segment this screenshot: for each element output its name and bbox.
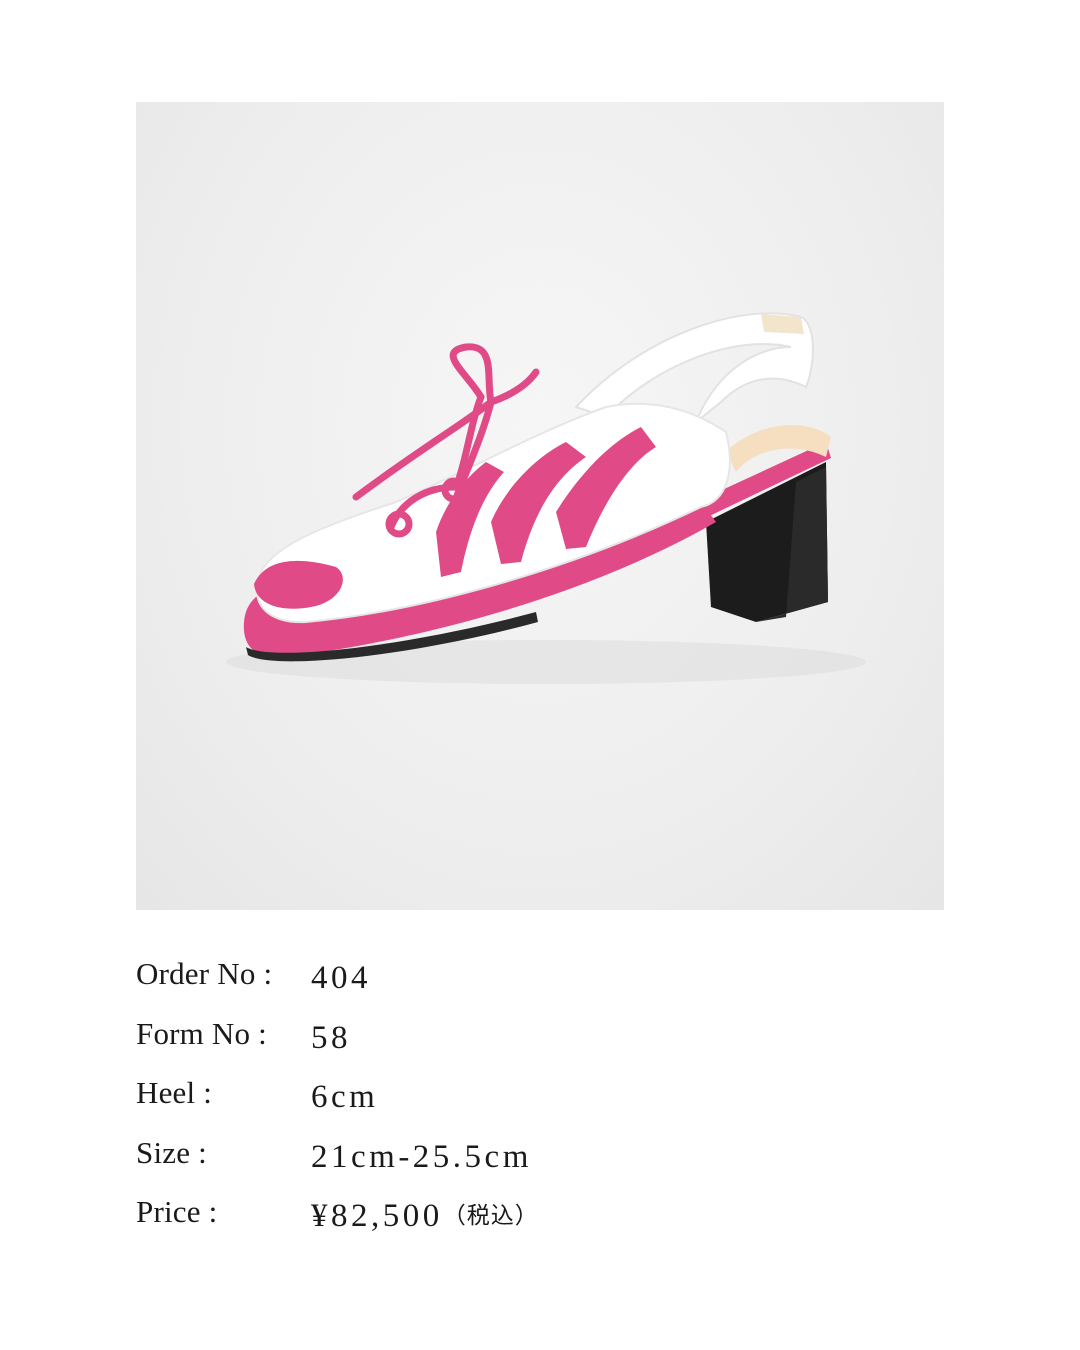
tax-included-note: （税込） — [442, 1203, 539, 1229]
spec-heel: Heel : 6cm — [136, 1074, 896, 1134]
spec-value: 58 — [311, 1019, 351, 1056]
spec-value: 404 — [311, 960, 371, 996]
price-value: ¥82,500 — [311, 1198, 443, 1234]
spec-form-no: Form No : 58 — [136, 1015, 896, 1075]
spec-value: 21cm-25.5cm — [311, 1138, 532, 1175]
sandal-illustration — [226, 312, 866, 684]
spec-size: Size : 21cm-25.5cm — [136, 1134, 896, 1194]
spec-label: Heel : — [136, 1075, 213, 1110]
spec-label: Form No : — [136, 1015, 267, 1051]
spec-label: Size : — [136, 1134, 207, 1170]
spec-order-no: Order No : 404 — [136, 955, 896, 1015]
spec-value: 6cm — [311, 1079, 379, 1115]
spec-value-group: ¥82,500（税込） — [311, 1197, 539, 1237]
product-photo — [136, 102, 944, 910]
spec-price: Price : ¥82,500（税込） — [136, 1193, 896, 1253]
spec-label: Price : — [136, 1194, 218, 1229]
product-specs: Order No : 404 Form No : 58 Heel : 6cm S… — [136, 955, 896, 1253]
spec-label: Order No : — [136, 956, 273, 991]
